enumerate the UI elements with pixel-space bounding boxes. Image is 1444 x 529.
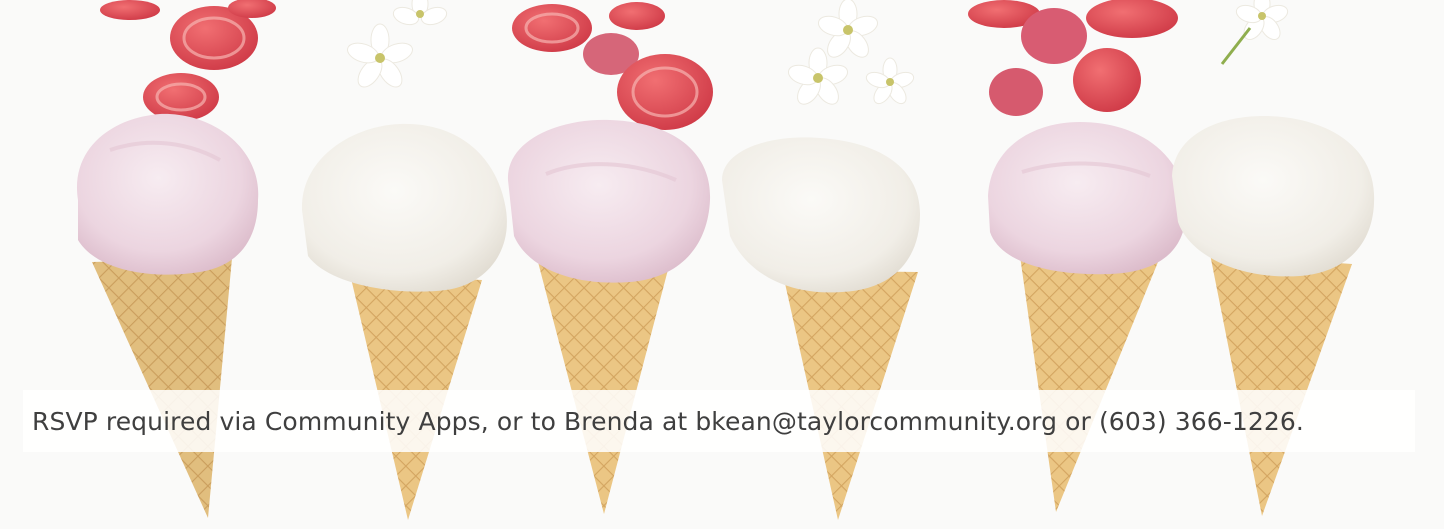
rsvp-caption: RSVP required via Community Apps, or to … bbox=[32, 406, 1304, 436]
rsvp-caption-bar: RSVP required via Community Apps, or to … bbox=[23, 390, 1415, 452]
event-banner: RSVP required via Community Apps, or to … bbox=[0, 0, 1444, 529]
strawberries bbox=[100, 0, 1178, 130]
cones bbox=[76, 113, 1375, 520]
